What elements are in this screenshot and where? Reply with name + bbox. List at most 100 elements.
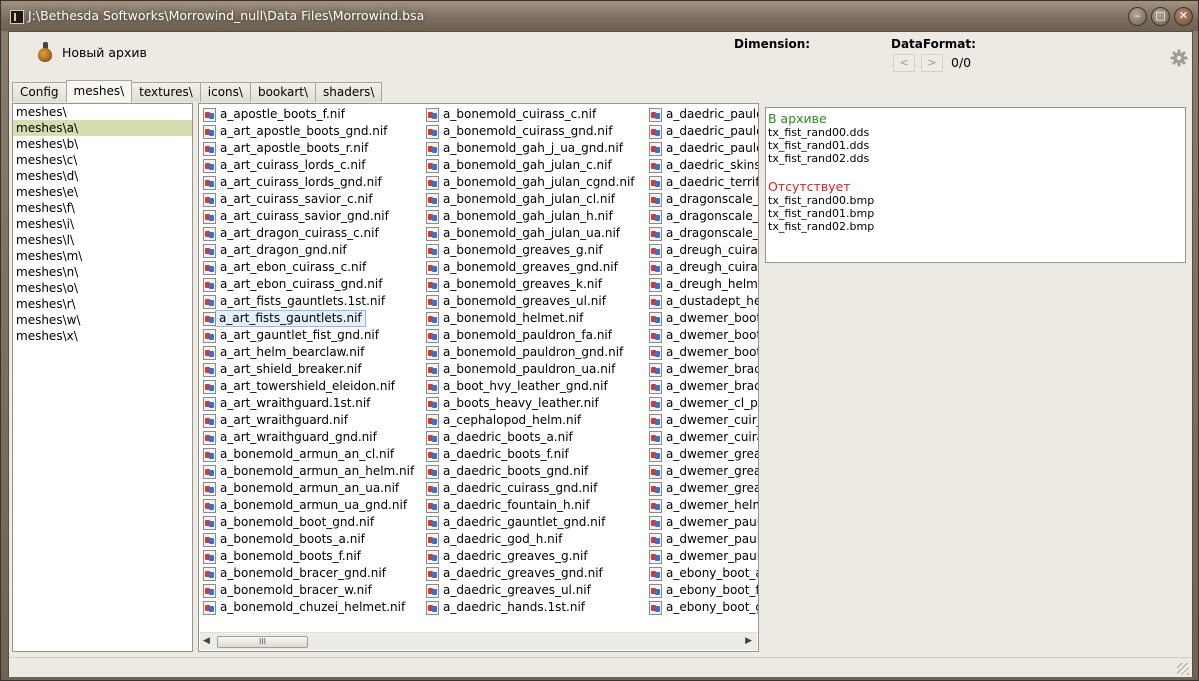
file-item[interactable]: a_bonemold_cuirass_c.nif — [423, 106, 640, 123]
file-item[interactable]: a_ebony_boot_gn — [646, 599, 758, 616]
tree-item[interactable]: meshes\b\ — [13, 136, 192, 152]
file-item[interactable]: a_bonemold_helmet.nif — [423, 310, 640, 327]
tab-shaders[interactable]: shaders\ — [315, 82, 383, 102]
file-item[interactable]: a_bonemold_boot_gnd.nif — [200, 514, 419, 531]
scroll-right-icon[interactable]: ▶ — [745, 636, 752, 646]
file-item[interactable]: a_apostle_boots_f.nif — [200, 106, 419, 123]
tree-item[interactable]: meshes\r\ — [13, 296, 192, 312]
tab-textures[interactable]: textures\ — [131, 82, 201, 102]
file-item[interactable]: a_art_cuirass_savior_c.nif — [200, 191, 419, 208]
file-item[interactable]: a_art_wraithguard.nif — [200, 412, 419, 429]
file-item[interactable]: a_bonemold_chuzei_helmet.nif — [200, 599, 419, 616]
file-item[interactable]: a_daedric_boots_gnd.nif — [423, 463, 640, 480]
file-item[interactable]: a_daedric_greaves_ul.nif — [423, 582, 640, 599]
file-item[interactable]: a_art_wraithguard_gnd.nif — [200, 429, 419, 446]
file-item[interactable]: a_dreugh_cuirass. — [646, 242, 758, 259]
file-item[interactable]: a_bonemold_bracer_w.nif — [200, 582, 419, 599]
file-item[interactable]: a_dreugh_cuirass_ — [646, 259, 758, 276]
tree-item[interactable]: meshes\c\ — [13, 152, 192, 168]
file-item[interactable]: a_bonemold_cuirass_gnd.nif — [423, 123, 640, 140]
tree-item[interactable]: meshes\m\ — [13, 248, 192, 264]
file-item[interactable]: a_bonemold_gah_julan_c.nif — [423, 157, 640, 174]
file-item[interactable]: a_dreugh_helm.ni — [646, 276, 758, 293]
file-item[interactable]: a_dwemer_cuirass — [646, 429, 758, 446]
file-item[interactable]: a_art_fists_gauntlets.1st.nif — [200, 293, 419, 310]
tab-bookart[interactable]: bookart\ — [249, 82, 317, 102]
tree-item[interactable]: meshes\ — [13, 104, 192, 120]
tab-meshes[interactable]: meshes\ — [65, 80, 133, 102]
file-item[interactable]: a_dwemer_pauldr — [646, 531, 758, 548]
file-item[interactable]: a_dwemer_cuir_g — [646, 412, 758, 429]
file-item[interactable]: a_bonemold_bracer_gnd.nif — [200, 565, 419, 582]
file-item[interactable]: a_daedric_boots_a.nif — [423, 429, 640, 446]
tree-item[interactable]: meshes\e\ — [13, 184, 192, 200]
file-item[interactable]: a_daedric_hands.1st.nif — [423, 599, 640, 616]
file-item[interactable]: a_art_wraithguard.1st.nif — [200, 395, 419, 412]
file-item[interactable]: a_bonemold_armun_ua_gnd.nif — [200, 497, 419, 514]
tree-item[interactable]: meshes\x\ — [13, 328, 192, 344]
file-item[interactable]: a_bonemold_gah_julan_ua.nif — [423, 225, 640, 242]
file-item[interactable]: a_dwemer_helme — [646, 497, 758, 514]
file-item[interactable]: a_bonemold_greaves_ul.nif — [423, 293, 640, 310]
file-item[interactable]: a_ebony_boot_f.n — [646, 582, 758, 599]
file-item[interactable]: a_art_cuirass_lords_gnd.nif — [200, 174, 419, 191]
file-item[interactable]: a_dwemer_boots_ — [646, 310, 758, 327]
file-item[interactable]: a_daedric_greaves_g.nif — [423, 548, 640, 565]
file-item[interactable]: a_boot_hvy_leather_gnd.nif — [423, 378, 640, 395]
file-item[interactable]: a_daedric_pauldro — [646, 123, 758, 140]
tree-item[interactable]: meshes\l\ — [13, 232, 192, 248]
file-item[interactable]: a_dragonscale_he — [646, 225, 758, 242]
file-item[interactable]: a_daedric_pauldro — [646, 140, 758, 157]
file-item[interactable]: a_daedric_skins.ni — [646, 157, 758, 174]
file-item[interactable]: a_dwemer_bracer_ — [646, 361, 758, 378]
resize-grip-icon[interactable] — [1177, 663, 1189, 675]
file-item[interactable]: a_bonemold_greaves_k.nif — [423, 276, 640, 293]
file-item[interactable]: a_bonemold_armun_an_ua.nif — [200, 480, 419, 497]
tree-item[interactable]: meshes\i\ — [13, 216, 192, 232]
file-item[interactable]: a_bonemold_gah_julan_h.nif — [423, 208, 640, 225]
file-item[interactable]: a_art_towershield_eleidon.nif — [200, 378, 419, 395]
file-item[interactable]: a_daedric_god_h.nif — [423, 531, 640, 548]
prev-button[interactable]: < — [893, 54, 915, 72]
maximize-button[interactable]: □ — [1151, 7, 1170, 26]
title-bar[interactable]: J:\Bethesda Softworks\Morrowind_null\Dat… — [1, 1, 1198, 31]
file-item[interactable]: a_bonemold_armun_an_helm.nif — [200, 463, 419, 480]
file-item[interactable]: a_dwemer_bracer. — [646, 378, 758, 395]
file-item[interactable]: a_art_gauntlet_fist_gnd.nif — [200, 327, 419, 344]
file-item[interactable]: a_dwemer_greave — [646, 463, 758, 480]
file-item[interactable]: a_boots_heavy_leather.nif — [423, 395, 640, 412]
file-item[interactable]: a_daedric_fountain_h.nif — [423, 497, 640, 514]
file-item[interactable]: a_art_helm_bearclaw.nif — [200, 344, 419, 361]
file-item[interactable]: a_bonemold_boots_f.nif — [200, 548, 419, 565]
next-button[interactable]: > — [921, 54, 943, 72]
file-item[interactable]: a_art_dragon_gnd.nif — [200, 242, 419, 259]
file-item[interactable]: a_art_ebon_cuirass_c.nif — [200, 259, 419, 276]
file-item[interactable]: a_dwemer_pauldr — [646, 514, 758, 531]
tree-item[interactable]: meshes\n\ — [13, 264, 192, 280]
file-item[interactable]: a_daedric_terrifyir — [646, 174, 758, 191]
file-item[interactable]: a_art_cuirass_savior_gnd.nif — [200, 208, 419, 225]
tree-item[interactable]: meshes\w\ — [13, 312, 192, 328]
file-item[interactable]: a_dwemer_cl_pau — [646, 395, 758, 412]
file-item[interactable]: a_dragonscale_cu — [646, 208, 758, 225]
file-item[interactable]: a_daedric_greaves_gnd.nif — [423, 565, 640, 582]
file-item[interactable]: a_bonemold_armun_an_cl.nif — [200, 446, 419, 463]
file-item[interactable]: a_dwemer_boots_ — [646, 344, 758, 361]
file-item[interactable]: a_daedric_pauldro — [646, 106, 758, 123]
file-item[interactable]: a_art_cuirass_lords_c.nif — [200, 157, 419, 174]
tree-item[interactable]: meshes\o\ — [13, 280, 192, 296]
file-item[interactable]: a_bonemold_gah_julan_cl.nif — [423, 191, 640, 208]
file-item[interactable]: a_bonemold_pauldron_gnd.nif — [423, 344, 640, 361]
file-item[interactable]: a_art_ebon_cuirass_gnd.nif — [200, 276, 419, 293]
file-item[interactable]: a_dragonscale_cu — [646, 191, 758, 208]
file-item[interactable]: a_art_apostle_boots_gnd.nif — [200, 123, 419, 140]
minimize-button[interactable]: – — [1128, 7, 1147, 26]
tab-icons[interactable]: icons\ — [199, 82, 251, 102]
file-item[interactable]: a_art_shield_breaker.nif — [200, 361, 419, 378]
file-item[interactable]: a_bonemold_gah_j_ua_gnd.nif — [423, 140, 640, 157]
file-item[interactable]: a_bonemold_greaves_gnd.nif — [423, 259, 640, 276]
file-item[interactable]: a_cephalopod_helm.nif — [423, 412, 640, 429]
file-item[interactable]: a_dwemer_boots_ — [646, 327, 758, 344]
new-archive-button[interactable]: Новый архив — [35, 41, 147, 63]
scroll-left-icon[interactable]: ◀ — [203, 636, 210, 646]
